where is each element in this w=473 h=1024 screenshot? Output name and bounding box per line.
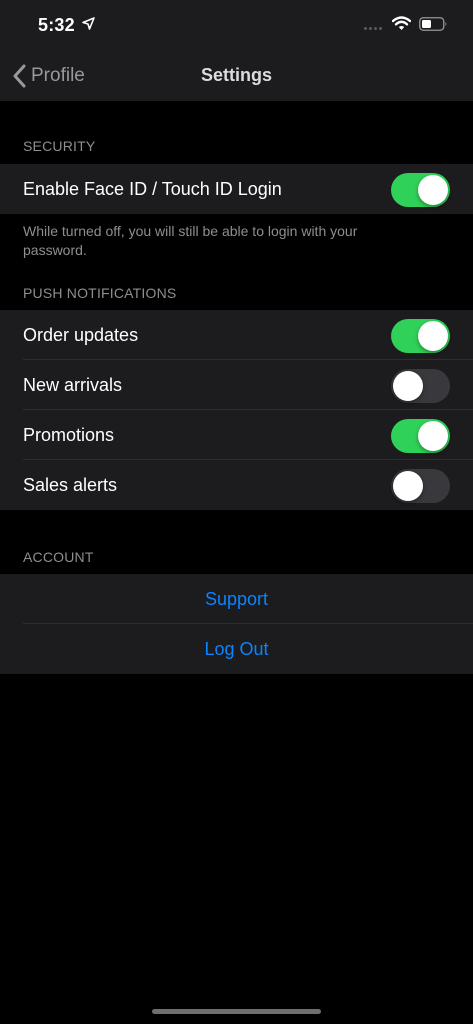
log-out-button[interactable]: Log Out [0,624,473,674]
push-notifications-group: Order updates New arrivals Promotions Sa… [0,310,473,510]
section-header-account: ACCOUNT [23,549,94,565]
battery-icon [419,17,447,31]
account-group: Support Log Out [0,574,473,674]
order-updates-toggle[interactable] [391,319,450,353]
wifi-icon [392,16,411,30]
face-id-toggle[interactable] [391,173,450,207]
toggle-knob [418,321,448,351]
new-arrivals-label: New arrivals [23,374,123,395]
toggle-knob [393,371,423,401]
new-arrivals-toggle[interactable] [391,369,450,403]
home-indicator [152,1009,321,1014]
navigation-bar: Profile Settings [0,52,473,101]
location-arrow-icon [82,17,95,30]
face-id-row: Enable Face ID / Touch ID Login [0,164,473,214]
section-header-push-notifications: PUSH NOTIFICATIONS [23,285,177,301]
toggle-knob [393,471,423,501]
signal-dots-icon [364,27,382,30]
support-button[interactable]: Support [0,574,473,624]
section-header-security: SECURITY [23,138,96,154]
order-updates-row: Order updates [0,310,473,360]
new-arrivals-row: New arrivals [0,360,473,410]
promotions-toggle[interactable] [391,419,450,453]
toggle-knob [418,421,448,451]
toggle-knob [418,175,448,205]
log-out-label: Log Out [204,638,269,659]
status-bar: 5:32 [0,0,473,52]
security-footer-note: While turned off, you will still be able… [23,223,358,258]
sales-alerts-toggle[interactable] [391,469,450,503]
page-title: Settings [200,65,272,85]
order-updates-label: Order updates [23,324,139,345]
status-time: 5:32 [38,15,75,35]
promotions-row: Promotions [0,410,473,460]
sales-alerts-row: Sales alerts [0,460,473,510]
security-group: Enable Face ID / Touch ID Login [0,164,473,214]
sales-alerts-label: Sales alerts [23,474,118,495]
promotions-label: Promotions [23,424,115,445]
support-label: Support [204,588,269,609]
face-id-label: Enable Face ID / Touch ID Login [23,178,282,199]
